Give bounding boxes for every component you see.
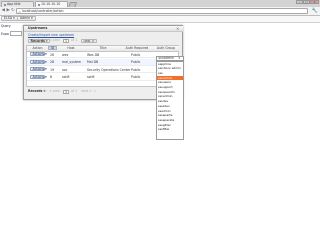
app-menu-bar [0,15,320,23]
page-number-input[interactable]: 1 [63,90,69,94]
forward-icon[interactable]: ▶ [7,8,10,13]
page-icon: ⌂ [18,9,21,14]
back-icon[interactable]: ◀ [2,8,5,13]
favicon-icon [3,3,6,6]
favicon-icon [37,3,40,6]
row-title: Mal DB [87,60,99,65]
first-page-icon[interactable]: « [45,89,47,94]
first-page-icon[interactable]: « [45,38,47,43]
last-page-icon[interactable]: » [94,38,96,43]
address-text: localhost/controller/action [22,9,64,14]
row-host: wes [62,52,69,57]
page-number-input[interactable]: 1 [63,39,69,43]
browser-tab-label: 10.10.10.10 [41,2,61,6]
pager-top: Records ▾ « < prev 1 of 1 next > » [27,38,179,44]
page-count: of 1 [71,89,78,93]
admin-menu-button[interactable]: Admin ▾ [17,16,36,21]
records-button[interactable]: Records ▾ [28,89,45,94]
row-actions-button[interactable]: Actions ▾ [30,52,47,57]
row-auth-required: Public [131,75,141,80]
page-count: of 1 [71,38,78,42]
row-auth-required: Public [131,67,141,72]
row-actions-button[interactable]: Actions ▾ [30,59,47,64]
column-header-auth-group[interactable]: Auth Group [154,46,178,50]
export-label: Expo [1,31,9,36]
address-bar[interactable]: ⌂ localhost/controller/action [16,8,308,14]
row-auth-required: Public [131,60,141,65]
column-header-auth-required[interactable]: Auth Required [123,46,151,50]
query-label: Query [1,24,11,28]
wrench-icon[interactable]: 🔧 [312,8,318,14]
row-id: 28 [50,60,55,65]
reload-icon[interactable]: ↻ [11,8,15,13]
create-upstream-link[interactable]: Create/Import new upstream [28,33,74,37]
minimize-button[interactable]: – [296,0,303,4]
prev-page-link[interactable]: < prev [49,38,60,43]
chevron-down-icon[interactable]: ▾ [179,56,181,60]
row-actions-button[interactable]: Actions ▾ [30,74,47,79]
row-auth-required: Public [131,52,141,57]
next-page-link[interactable]: next > [81,89,92,94]
row-title: Wes DB [87,52,100,57]
elsa-menu-button[interactable]: ELSA ▾ [1,16,18,21]
row-id: 8 [50,75,53,80]
maximize-button[interactable]: □ [303,0,310,4]
close-window-button[interactable]: × [310,0,319,4]
column-header-id[interactable]: ID [48,46,57,50]
row-id: 19 [50,67,55,72]
row-id: 26 [50,52,55,57]
row-title: sshft [87,75,95,80]
column-header-action[interactable]: Action [29,46,46,50]
row-host: soc [62,67,68,72]
query-input[interactable] [10,31,22,36]
close-icon[interactable]: × [176,26,179,31]
row-title: Security Operations Center [87,67,131,72]
last-page-icon[interactable]: » [94,89,96,94]
auth-group-option[interactable]: sssfilter [157,127,183,132]
row-host: mal_system [62,60,82,65]
column-header-title[interactable]: Title [85,46,121,50]
browser-tab-label: App title [7,2,21,6]
dialog-title: Upstreams [28,26,48,31]
row-actions-button[interactable]: Actions ▾ [30,67,47,72]
row-host: sshft [62,75,70,80]
column-header-host[interactable]: Host [60,46,82,50]
prev-page-link[interactable]: < prev [49,89,60,94]
